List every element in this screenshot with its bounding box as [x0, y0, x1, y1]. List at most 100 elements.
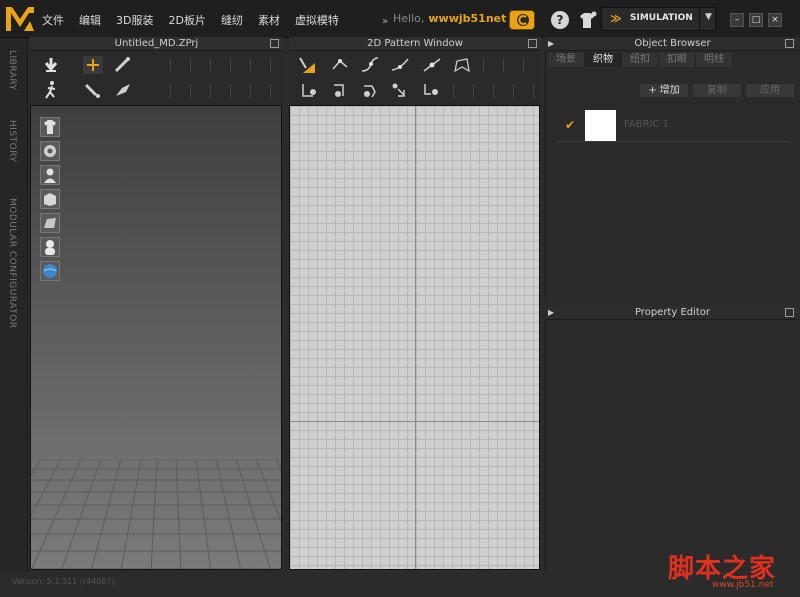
edit-point-icon[interactable]: [329, 55, 351, 75]
tab-topstitch[interactable]: 明线: [696, 53, 733, 67]
3d-window-title-text: Untitled_MD.ZPrj: [114, 38, 199, 49]
polygon-icon[interactable]: [451, 55, 473, 75]
checkmark-icon: ✔: [565, 118, 576, 132]
modular-configurator-tab[interactable]: MODULAR CONFIGURATOR: [7, 198, 17, 329]
menu-avatar[interactable]: 虚拟模特: [295, 12, 339, 28]
object-browser-panel: [545, 37, 800, 299]
apply-fabric-button[interactable]: 应用: [745, 83, 795, 98]
texture-icon[interactable]: [40, 213, 60, 233]
2d-window-title-text: 2D Pattern Window: [367, 38, 463, 49]
main-menu: 文件 编辑 3D服装 2D板片 缝纫 素材 虚拟模特: [42, 12, 354, 28]
collapse-arrow-icon[interactable]: ▶: [548, 37, 554, 51]
garment-box-icon[interactable]: [40, 189, 60, 209]
dropdown-arrow-icon[interactable]: ▼: [705, 12, 712, 22]
close-button[interactable]: ×: [768, 13, 782, 27]
property-editor-title: ▶ Property Editor: [545, 306, 800, 320]
rotate-sew-icon[interactable]: [359, 80, 381, 100]
fold-icon[interactable]: [112, 80, 134, 100]
menu-2d-pattern[interactable]: 2D板片: [168, 12, 205, 28]
property-editor-title-text: Property Editor: [634, 307, 711, 318]
menu-bar: 文件 编辑 3D服装 2D板片 缝纫 素材 虚拟模特 » Hello, wwwjb…: [0, 0, 800, 38]
library-tab[interactable]: LIBRARY: [7, 50, 17, 91]
menu-file[interactable]: 文件: [42, 12, 64, 28]
divider: [190, 58, 191, 72]
tab-fabric[interactable]: 织物: [585, 53, 622, 67]
2d-window-title: 2D Pattern Window: [289, 37, 541, 51]
expand-icon[interactable]: [528, 39, 537, 48]
more-menu-chevron-icon[interactable]: »: [382, 16, 388, 27]
add-fabric-button[interactable]: + 增加: [639, 83, 689, 98]
divider: [210, 84, 211, 98]
pen-stitch-icon[interactable]: [112, 55, 134, 75]
cloud-sync-icon: [517, 14, 529, 26]
dart-icon[interactable]: [421, 80, 443, 100]
divider: [190, 84, 191, 98]
arrow-down-icon[interactable]: [40, 55, 62, 75]
walk-figure-icon[interactable]: [40, 80, 62, 100]
avatar-bust-icon[interactable]: [40, 165, 60, 185]
divider: [170, 58, 171, 72]
vertical-axis-line: [415, 106, 416, 569]
menu-edit[interactable]: 编辑: [79, 12, 101, 28]
globe-icon[interactable]: [40, 261, 60, 281]
collapse-arrow-icon[interactable]: ▶: [548, 306, 554, 320]
md-logo-icon[interactable]: [4, 5, 36, 33]
move-cross-icon[interactable]: [82, 55, 104, 75]
arrange-icon[interactable]: [389, 80, 411, 100]
version-text: Version: 5.1.311 (r44087): [12, 577, 115, 586]
divider: [483, 58, 484, 72]
segment-sew-icon[interactable]: [297, 80, 319, 100]
minimize-button[interactable]: –: [730, 13, 744, 27]
divider: [230, 58, 231, 72]
divider: [270, 84, 271, 98]
menu-materials[interactable]: 素材: [258, 12, 280, 28]
transform-pattern-icon[interactable]: [297, 55, 319, 75]
copy-fabric-button[interactable]: 复制: [692, 83, 742, 98]
free-sew-icon[interactable]: [329, 80, 351, 100]
divider: [523, 58, 524, 72]
menu-3d-garment[interactable]: 3D服装: [116, 12, 153, 28]
curve-point-icon[interactable]: [359, 55, 381, 75]
greeting-label: Hello,: [393, 12, 425, 25]
divider: [473, 84, 474, 98]
help-icon[interactable]: ?: [551, 11, 569, 29]
object-browser-title-text: Object Browser: [634, 38, 711, 49]
object-browser-title: ▶ Object Browser: [545, 37, 800, 51]
history-tab[interactable]: HISTORY: [7, 120, 17, 162]
gear-fabric-icon[interactable]: [40, 141, 60, 161]
horizontal-axis-line: [290, 421, 539, 422]
menu-sewing[interactable]: 缝纫: [221, 12, 243, 28]
expand-icon[interactable]: [785, 308, 794, 317]
side-tab-strip: LIBRARY HISTORY MODULAR CONFIGURATOR: [0, 38, 28, 597]
object-browser-tabs: 场景 织物 纽扣 扣眼 明线: [548, 53, 733, 67]
tab-scene[interactable]: 场景: [548, 53, 585, 67]
3d-toolbar: [30, 52, 283, 104]
tab-buttonhole[interactable]: 扣眼: [659, 53, 696, 67]
simulation-mode-selector[interactable]: ≫ SIMULATION ▼: [601, 7, 716, 31]
bezier-icon[interactable]: [389, 55, 411, 75]
2d-toolbar: [289, 52, 541, 104]
expand-icon[interactable]: [270, 39, 279, 48]
username[interactable]: wwwjb51net: [428, 12, 506, 25]
shirt-icon[interactable]: [40, 117, 60, 137]
avatar-shirt-icon[interactable]: [576, 10, 598, 30]
2d-pattern-canvas[interactable]: [289, 105, 540, 570]
tab-button[interactable]: 纽扣: [622, 53, 659, 67]
divider: [250, 84, 251, 98]
property-editor-panel: [545, 306, 800, 572]
maximize-button[interactable]: □: [749, 13, 763, 27]
divider: [699, 8, 700, 30]
fabric-swatch: [585, 110, 616, 141]
expand-icon[interactable]: [785, 39, 794, 48]
silhouette-icon[interactable]: [40, 237, 60, 257]
add-point-icon[interactable]: [421, 55, 443, 75]
divider: [270, 58, 271, 72]
3d-viewport[interactable]: [30, 105, 282, 570]
cloud-sync-button[interactable]: [509, 10, 535, 30]
divider: [493, 84, 494, 98]
3d-window-title: Untitled_MD.ZPrj: [30, 37, 283, 51]
simulation-label: SIMULATION: [630, 13, 693, 23]
pin-icon[interactable]: [82, 80, 104, 100]
fabric-list-item[interactable]: ✔ FABRIC 1: [558, 108, 788, 142]
floor-grid: [31, 459, 281, 569]
